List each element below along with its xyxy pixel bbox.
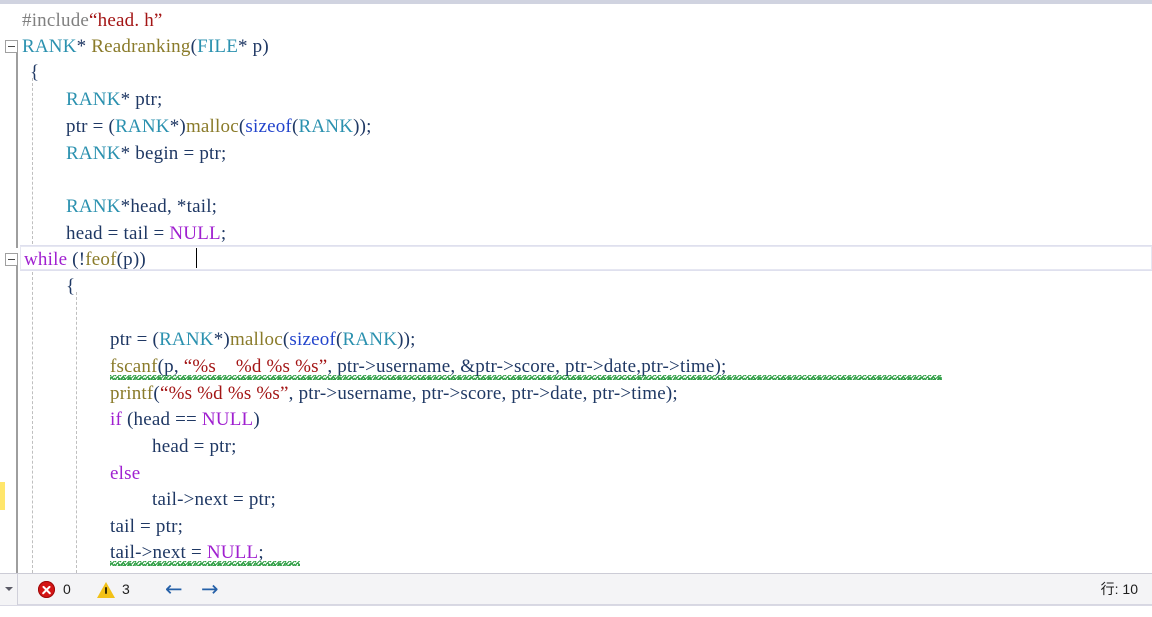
code-token: RANK bbox=[66, 143, 121, 164]
line-number-indicator: 行: 10 bbox=[1100, 581, 1138, 597]
code-token: * p) bbox=[238, 36, 269, 57]
error-circle-icon bbox=[38, 581, 55, 598]
statusbar-dropdown-button[interactable] bbox=[0, 574, 18, 605]
code-token: NULL bbox=[169, 223, 221, 244]
code-token: RANK bbox=[115, 116, 170, 137]
warning-squiggle bbox=[110, 375, 942, 380]
code-token: , ptr->username, ptr->score, ptr->date, … bbox=[288, 383, 678, 404]
code-token: (p)) bbox=[116, 249, 146, 270]
code-token: malloc bbox=[229, 329, 283, 350]
status-bar: 0 3 ← → 行: 10 bbox=[0, 573, 1152, 605]
code-line[interactable]: head = ptr; bbox=[0, 434, 237, 460]
code-token: “head. h” bbox=[89, 10, 163, 31]
code-token: * begin = ptr; bbox=[120, 143, 227, 164]
code-line[interactable]: #include“head. h” bbox=[0, 8, 163, 34]
warning-squiggle bbox=[110, 561, 300, 566]
code-text-layer[interactable]: #include“head. h” RANK* Readranking(FILE*… bbox=[0, 4, 1152, 573]
code-line[interactable]: RANK* begin = ptr; bbox=[0, 141, 227, 167]
code-token: feof bbox=[85, 249, 117, 270]
code-line[interactable]: { bbox=[0, 274, 75, 300]
code-line[interactable]: head = tail = NULL; bbox=[0, 221, 226, 247]
code-token: ptr = ( bbox=[110, 329, 160, 350]
code-line[interactable]: RANK* Readranking(FILE* p) bbox=[0, 34, 269, 60]
chevron-down-icon bbox=[5, 587, 13, 591]
code-token: *head, *tail; bbox=[120, 196, 218, 217]
code-line[interactable]: while (!feof(p)) bbox=[0, 247, 146, 273]
code-token: ptr = ( bbox=[66, 116, 116, 137]
warning-triangle-icon bbox=[97, 582, 115, 598]
code-token: malloc bbox=[185, 116, 239, 137]
code-token: * ptr; bbox=[120, 89, 163, 110]
code-token: ; bbox=[220, 223, 227, 244]
code-token: )); bbox=[353, 116, 372, 137]
code-token: while bbox=[24, 249, 68, 270]
code-token: *) bbox=[213, 329, 230, 350]
fold-collapse-toggle[interactable] bbox=[5, 40, 18, 53]
code-line[interactable] bbox=[0, 167, 66, 193]
code-token: printf bbox=[110, 383, 154, 404]
code-token: RANK bbox=[298, 116, 354, 137]
editor-surface[interactable]: #include“head. h” RANK* Readranking(FILE*… bbox=[0, 4, 1152, 573]
code-line[interactable]: else bbox=[0, 461, 140, 487]
code-token: head = ptr; bbox=[152, 436, 237, 457]
code-line[interactable]: ptr = (RANK*)malloc(sizeof(RANK)); bbox=[0, 114, 372, 140]
code-token: )); bbox=[397, 329, 416, 350]
code-token: “%s %d %s %s” bbox=[159, 383, 289, 404]
code-token: NULL bbox=[201, 409, 254, 430]
code-line[interactable]: tail->next = ptr; bbox=[0, 487, 276, 513]
window-bottom-filler bbox=[0, 605, 1152, 617]
code-token: sizeof bbox=[245, 116, 292, 137]
navigate-forward-button[interactable]: → bbox=[201, 574, 219, 605]
code-token: RANK bbox=[342, 329, 398, 350]
code-token: tail->next = ptr; bbox=[152, 489, 277, 510]
code-line[interactable]: RANK*head, *tail; bbox=[0, 194, 217, 220]
code-token: (! bbox=[67, 249, 86, 270]
code-line[interactable]: { bbox=[0, 60, 39, 86]
code-token: { bbox=[30, 62, 40, 83]
code-token: RANK bbox=[159, 329, 214, 350]
code-line[interactable]: tail = ptr; bbox=[0, 514, 183, 540]
code-token: tail = ptr; bbox=[110, 516, 184, 537]
code-token: { bbox=[66, 276, 76, 297]
code-token: head = tail = bbox=[66, 223, 170, 244]
code-token: RANK bbox=[22, 36, 77, 57]
code-token: *) bbox=[169, 116, 186, 137]
code-token: FILE bbox=[197, 36, 239, 57]
code-line[interactable]: RANK* ptr; bbox=[0, 87, 162, 113]
code-token: Readranking bbox=[91, 36, 191, 57]
code-line[interactable]: if (head == NULL) bbox=[0, 407, 260, 433]
error-count: 0 bbox=[63, 581, 71, 597]
code-editor-window: #include“head. h” RANK* Readranking(FILE*… bbox=[0, 0, 1152, 617]
code-token: sizeof bbox=[289, 329, 336, 350]
code-line[interactable]: printf(“%s %d %s %s”, ptr->username, ptr… bbox=[0, 381, 678, 407]
code-token: RANK bbox=[66, 196, 121, 217]
code-token: RANK bbox=[66, 89, 121, 110]
warning-count: 3 bbox=[122, 581, 130, 597]
text-caret bbox=[196, 248, 197, 268]
code-token: else bbox=[110, 463, 141, 484]
code-token: #include bbox=[22, 10, 90, 31]
code-line[interactable] bbox=[0, 300, 110, 326]
code-token: (head == bbox=[122, 409, 202, 430]
navigate-back-button[interactable]: ← bbox=[165, 574, 183, 605]
code-line[interactable]: ptr = (RANK*)malloc(sizeof(RANK)); bbox=[0, 327, 416, 353]
fold-collapse-toggle[interactable] bbox=[5, 253, 18, 266]
code-token: * bbox=[76, 36, 92, 57]
code-token: ) bbox=[253, 409, 260, 430]
code-token: if bbox=[110, 409, 123, 430]
